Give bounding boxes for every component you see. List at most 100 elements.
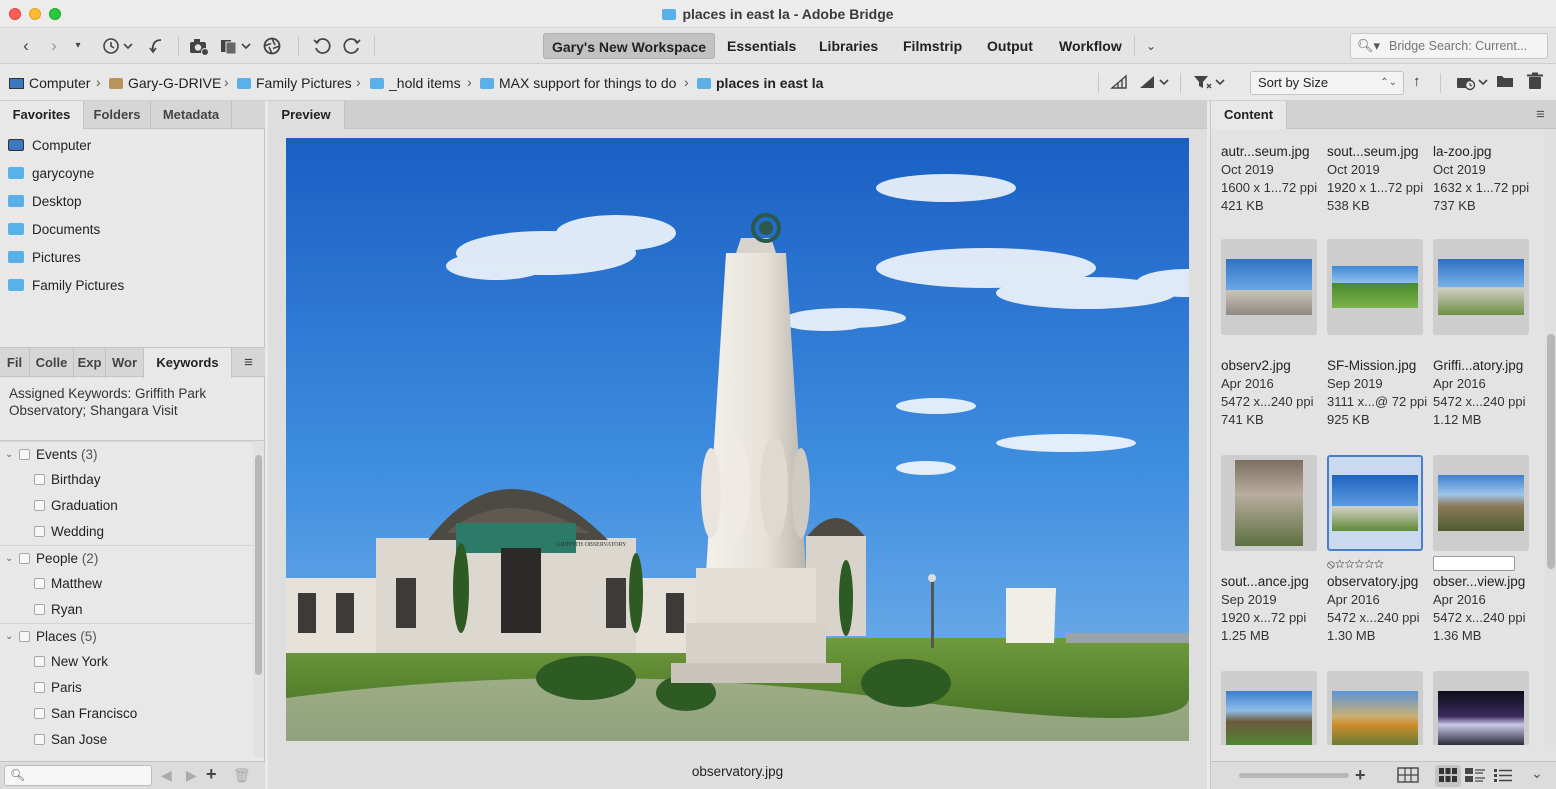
refine-icon[interactable] [218,36,254,56]
camera-import-icon[interactable] [188,36,210,56]
previous-icon[interactable]: ◀ [161,767,172,784]
tab-filter[interactable]: Fil [0,348,30,378]
keyword-checkbox[interactable] [34,708,45,719]
thumbnail[interactable] [1433,239,1529,335]
thumbnail[interactable] [1221,455,1317,551]
keyword-item-new-york[interactable]: New York [0,649,253,675]
thumbnail-quality-icon[interactable] [1110,74,1128,93]
trash-icon[interactable]: 🗑︎ [233,767,251,784]
tab-collections[interactable]: Colle [30,348,74,378]
panel-menu-icon[interactable]: ≡ [1536,106,1545,123]
keyword-checkbox[interactable] [34,526,45,537]
thumbnail[interactable] [1433,671,1529,745]
forward-icon[interactable]: › [44,36,64,56]
chevron-down-icon[interactable]: ⌄ [5,442,13,468]
chevron-down-icon[interactable]: ▾ [70,36,86,56]
breadcrumb-hold-items[interactable]: _hold items [370,75,461,91]
tab-export[interactable]: Exp [74,348,106,378]
add-keyword-icon[interactable]: + [206,764,217,785]
favorite-computer[interactable]: Computer [8,138,91,153]
keyword-checkbox[interactable] [34,500,45,511]
keyword-checkbox[interactable] [34,734,45,745]
favorite-garycoyne[interactable]: garycoyne [8,166,94,181]
view-details-icon[interactable] [1465,768,1485,785]
breadcrumb-computer[interactable]: Computer [9,75,90,91]
rating-stars[interactable]: ⦸☆☆☆☆☆ [1327,555,1384,573]
open-in-camera-raw-icon[interactable] [262,36,282,56]
open-recent-file-icon[interactable] [1455,73,1489,94]
trash-icon[interactable] [1526,72,1544,93]
breadcrumb-family-pictures[interactable]: Family Pictures [237,75,352,91]
keyword-item-ryan[interactable]: Ryan [0,597,253,623]
workspace-workflow[interactable]: Workflow [1051,33,1130,59]
preview-image[interactable]: GRIFFITH OBSERVATORY [286,138,1189,741]
keyword-checkbox[interactable] [19,553,30,564]
content-scrollbar[interactable] [1545,129,1556,745]
zoom-in-icon[interactable]: + [1355,765,1366,786]
tab-content[interactable]: Content [1211,101,1287,129]
breadcrumb-max-support[interactable]: MAX support for things to do [480,75,676,91]
thumbnail[interactable] [1327,671,1423,745]
new-folder-icon[interactable] [1496,73,1514,92]
thumbnail[interactable] [1221,671,1317,745]
breadcrumb-current-folder[interactable]: places in east la [697,75,823,91]
content-item[interactable] [1433,671,1537,745]
return-to-app-icon[interactable] [146,36,166,56]
workspace-libraries[interactable]: Libraries [811,33,886,59]
keyword-checkbox[interactable] [19,449,30,460]
keyword-item-san-francisco[interactable]: San Francisco [0,701,253,727]
scrollbar-thumb[interactable] [1547,334,1555,569]
filter-icon[interactable] [1192,74,1226,93]
tab-folders[interactable]: Folders [84,101,151,129]
keyword-group-places[interactable]: ⌄ Places (5) [0,623,253,649]
thumbnail[interactable] [1327,239,1423,335]
chevron-down-icon[interactable]: ⌄ [5,546,13,572]
tab-keywords[interactable]: Keywords [144,348,232,378]
keyword-item-matthew[interactable]: Matthew [0,571,253,597]
keyword-item-birthday[interactable]: Birthday [0,467,253,493]
chevron-down-icon[interactable]: ⌄ [1531,765,1543,782]
scrollbar-thumb[interactable] [255,455,262,675]
bridge-search[interactable]: 🔍︎▾ [1350,33,1548,59]
tab-favorites[interactable]: Favorites [0,101,84,129]
keyword-item-san-jose[interactable]: San Jose [0,727,253,753]
breadcrumb-drive[interactable]: Gary-G-DRIVE [109,75,221,91]
content-item[interactable] [1327,671,1431,745]
content-item[interactable] [1221,671,1325,745]
rename-field[interactable] [1433,556,1515,571]
keyword-checkbox[interactable] [19,631,30,642]
view-list-icon[interactable] [1494,768,1512,785]
keyword-checkbox[interactable] [34,474,45,485]
rotate-right-icon[interactable] [342,36,362,56]
favorite-family-pictures[interactable]: Family Pictures [8,278,124,293]
search-input[interactable] [1389,37,1544,55]
keyword-checkbox[interactable] [34,604,45,615]
rotate-left-icon[interactable] [312,36,332,56]
sort-select[interactable]: Sort by Size ⌃⌄ [1250,71,1404,95]
keyword-checkbox[interactable] [34,578,45,589]
thumbnail[interactable] [1433,455,1529,551]
thumbnail[interactable] [1221,239,1317,335]
keyword-item-graduation[interactable]: Graduation [0,493,253,519]
keyword-checkbox[interactable] [34,656,45,667]
thumbnail-selected[interactable] [1327,455,1423,551]
keyword-checkbox[interactable] [34,682,45,693]
tab-metadata[interactable]: Metadata [151,101,232,129]
workspace-output[interactable]: Output [979,33,1041,59]
tab-preview[interactable]: Preview [268,101,345,129]
lock-grid-icon[interactable] [1397,767,1419,786]
favorite-documents[interactable]: Documents [8,222,100,237]
keyword-search-input[interactable]: 🔍︎ [4,765,152,786]
favorite-pictures[interactable]: Pictures [8,250,81,265]
keyword-item-paris[interactable]: Paris [0,675,253,701]
thumbnail-size-slider[interactable] [1239,773,1349,778]
workspace-more-chevron-icon[interactable]: ⌄ [1142,36,1160,56]
workspace-garys-new[interactable]: Gary's New Workspace [543,33,716,59]
tab-workflow[interactable]: Wor [106,348,144,378]
rating-filter-icon[interactable] [1138,74,1170,93]
recent-history-icon[interactable] [100,36,136,56]
chevron-down-icon[interactable]: ⌄ [5,624,13,650]
panel-menu-icon[interactable]: ≡ [232,348,265,378]
keyword-item-wedding[interactable]: Wedding [0,519,253,545]
keywords-scrollbar[interactable] [253,441,264,757]
